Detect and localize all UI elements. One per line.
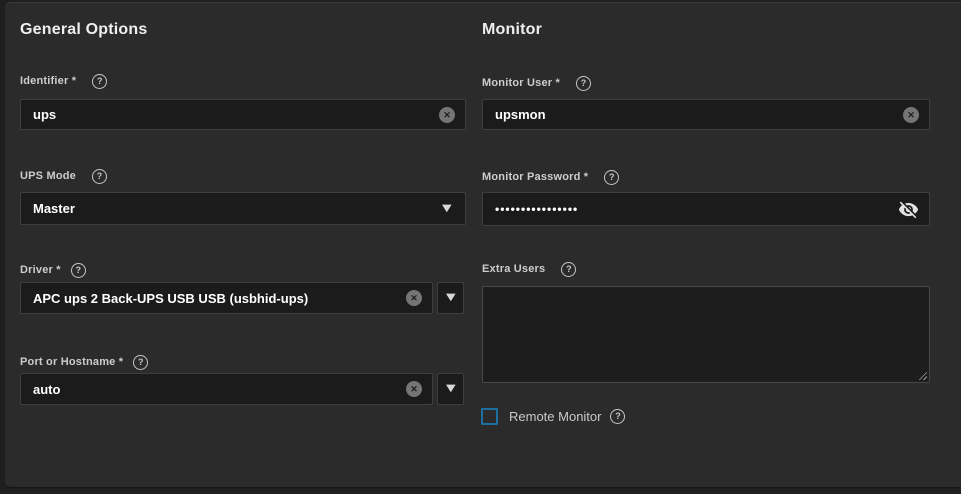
identifier-label-row: Identifier * ?: [20, 73, 107, 89]
port-dropdown-icon: ▼: [446, 384, 456, 394]
extra-users-field: [482, 286, 930, 383]
driver-label: Driver *: [20, 264, 61, 276]
visibility-off-icon: [898, 199, 919, 220]
remote-monitor-label[interactable]: Remote Monitor: [509, 409, 601, 424]
ups-mode-dropdown-icon: ▼: [442, 204, 452, 214]
monitor-password-label-row: Monitor Password * ?: [482, 169, 619, 185]
driver-dropdown-button[interactable]: ▼: [437, 282, 464, 314]
monitor-password-input[interactable]: [495, 202, 890, 216]
ups-mode-select[interactable]: Master ▼: [20, 192, 466, 225]
monitor-password-field: [482, 192, 930, 226]
extra-users-label: Extra Users: [482, 263, 545, 275]
driver-label-row: Driver * ?: [20, 262, 86, 278]
extra-users-label-row: Extra Users ?: [482, 261, 576, 277]
identifier-label: Identifier *: [20, 75, 76, 87]
section-title-monitor: Monitor: [482, 21, 542, 39]
remote-monitor-row: Remote Monitor ?: [481, 408, 625, 425]
driver-input[interactable]: [33, 291, 398, 306]
ups-mode-label: UPS Mode: [20, 170, 76, 182]
monitor-password-help-icon[interactable]: ?: [604, 170, 619, 185]
monitor-user-clear-icon[interactable]: ✕: [903, 107, 919, 123]
identifier-help-icon[interactable]: ?: [92, 74, 107, 89]
identifier-input[interactable]: [33, 107, 431, 122]
port-clear-icon[interactable]: ✕: [406, 381, 422, 397]
monitor-user-label: Monitor User *: [482, 77, 560, 89]
ups-mode-help-icon[interactable]: ?: [92, 169, 107, 184]
identifier-field: ✕: [20, 99, 466, 130]
monitor-user-field: ✕: [482, 99, 930, 130]
driver-clear-icon[interactable]: ✕: [406, 290, 422, 306]
port-dropdown-button[interactable]: ▼: [437, 373, 464, 405]
port-field: ✕: [20, 373, 433, 405]
monitor-user-help-icon[interactable]: ?: [576, 76, 591, 91]
monitor-user-label-row: Monitor User * ?: [482, 75, 591, 91]
driver-dropdown-icon: ▼: [446, 293, 456, 303]
remote-monitor-checkbox[interactable]: [481, 408, 498, 425]
identifier-clear-icon[interactable]: ✕: [439, 107, 455, 123]
ups-service-settings-page: { "colors": { "card_bg": "#2b2b2b", "inp…: [0, 0, 961, 494]
extra-users-help-icon[interactable]: ?: [561, 262, 576, 277]
port-help-icon[interactable]: ?: [133, 355, 148, 370]
driver-field: ✕: [20, 282, 433, 314]
section-title-general: General Options: [20, 21, 147, 39]
monitor-user-input[interactable]: [495, 107, 895, 122]
ups-mode-selected-value: Master: [33, 201, 75, 216]
port-label: Port or Hostname *: [20, 356, 123, 368]
driver-help-icon[interactable]: ?: [71, 263, 86, 278]
password-visibility-toggle[interactable]: [898, 199, 919, 220]
ups-mode-label-row: UPS Mode ?: [20, 168, 107, 184]
monitor-password-label: Monitor Password *: [482, 171, 588, 183]
port-input[interactable]: [33, 382, 398, 397]
port-label-row: Port or Hostname * ?: [20, 354, 148, 370]
extra-users-textarea[interactable]: [483, 287, 929, 382]
remote-monitor-help-icon[interactable]: ?: [610, 409, 625, 424]
